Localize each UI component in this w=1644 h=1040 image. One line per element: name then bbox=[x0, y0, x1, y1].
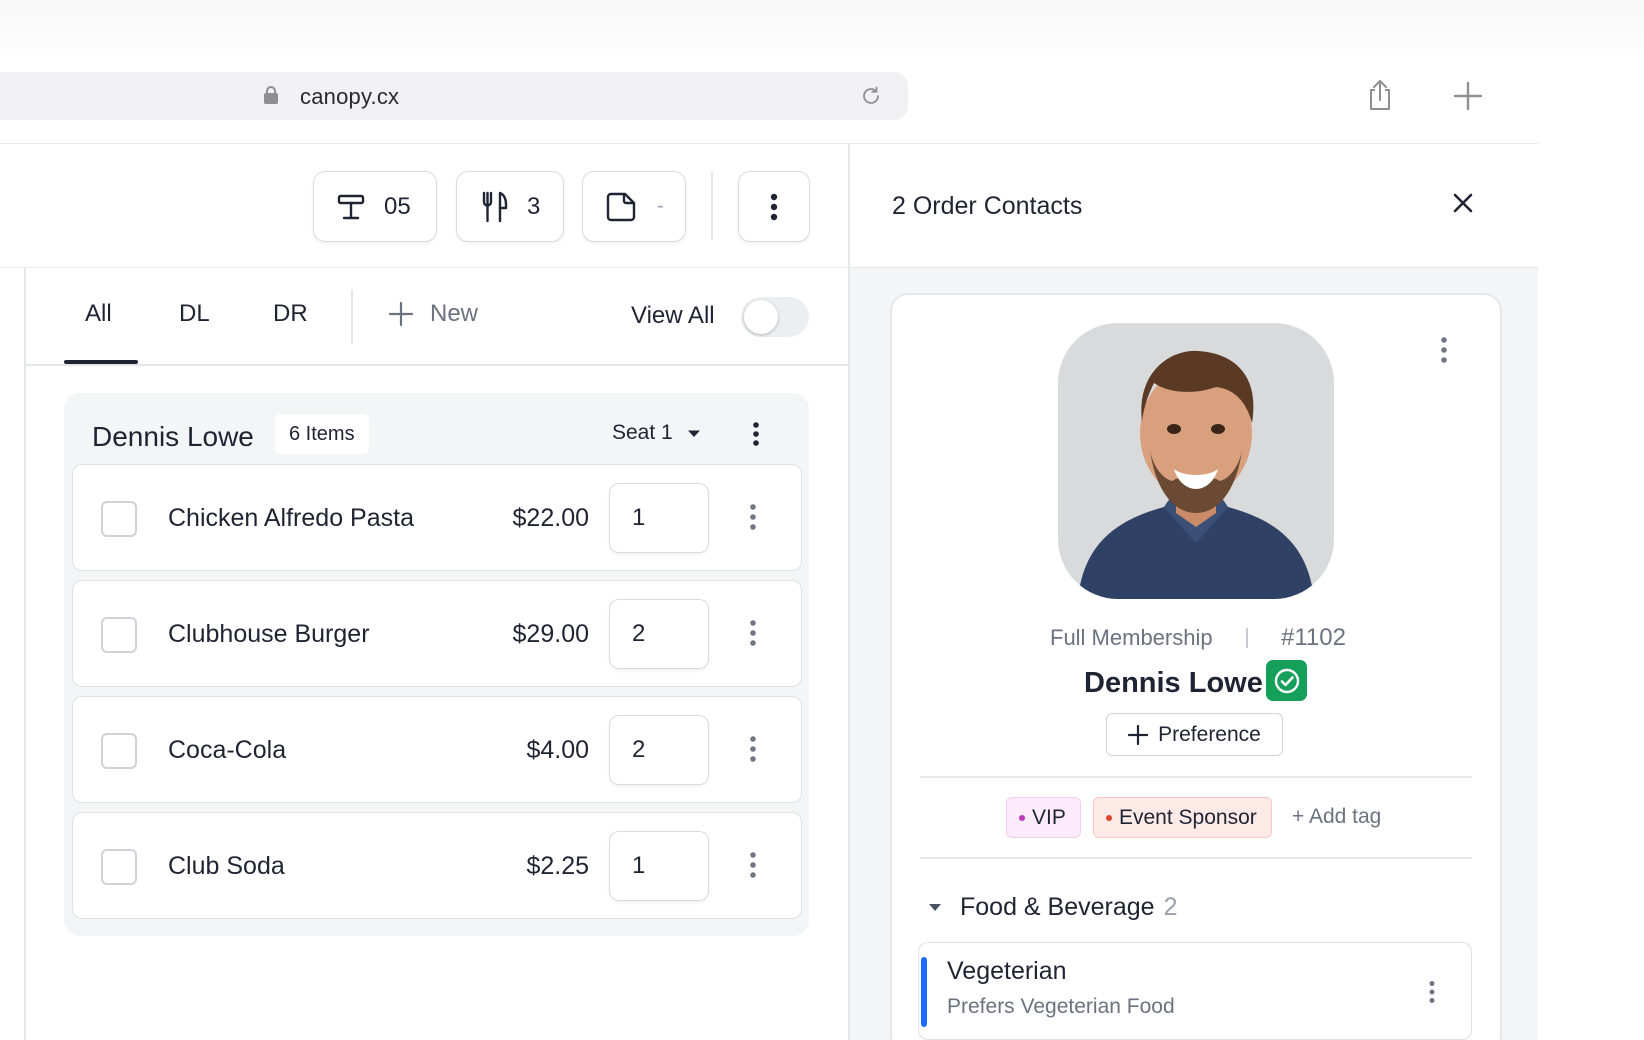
group-guest-name: Dennis Lowe bbox=[92, 421, 254, 452]
item-checkbox[interactable] bbox=[101, 501, 137, 537]
table-number: 05 bbox=[384, 192, 411, 220]
tag-dot bbox=[1106, 814, 1112, 821]
item-quantity-input[interactable]: 1 bbox=[609, 483, 709, 553]
address-bar[interactable]: canopy.cx bbox=[0, 72, 908, 120]
group-more-icon[interactable] bbox=[752, 421, 760, 447]
share-icon[interactable] bbox=[1364, 78, 1396, 112]
url-text: canopy.cx bbox=[300, 84, 400, 109]
toolbar-divider bbox=[711, 172, 713, 240]
item-price: $22.00 bbox=[512, 504, 589, 532]
item-checkbox[interactable] bbox=[101, 617, 137, 653]
close-icon[interactable] bbox=[1452, 192, 1474, 214]
tab-all[interactable]: All bbox=[85, 300, 112, 328]
lock-icon bbox=[264, 86, 278, 104]
item-checkbox[interactable] bbox=[101, 733, 137, 769]
item-more-icon[interactable] bbox=[749, 619, 757, 647]
toggle-knob bbox=[744, 300, 778, 334]
tab-divider bbox=[351, 290, 353, 344]
membership-type: Full Membership bbox=[1050, 625, 1213, 650]
table-number-button[interactable]: 05 bbox=[313, 171, 437, 242]
tag-label: Event Sponsor bbox=[1119, 805, 1257, 829]
item-price: $4.00 bbox=[526, 736, 589, 764]
tab-dr[interactable]: DR bbox=[273, 300, 308, 328]
add-tag-link[interactable]: + Add tag bbox=[1292, 805, 1381, 829]
plus-icon bbox=[1128, 724, 1149, 745]
guest-count: 3 bbox=[527, 192, 541, 220]
note-icon bbox=[606, 192, 636, 221]
caret-down-icon bbox=[687, 430, 700, 437]
preference-more-icon[interactable] bbox=[1428, 980, 1436, 1004]
tabs-divider bbox=[25, 364, 848, 366]
item-quantity-input[interactable]: 2 bbox=[609, 715, 709, 785]
item-name: Chicken Alfredo Pasta bbox=[168, 504, 414, 532]
item-name: Club Soda bbox=[168, 852, 285, 880]
order-item: Club Soda $2.25 1 bbox=[72, 812, 802, 919]
guest-count-button[interactable]: 3 bbox=[456, 171, 564, 242]
food-beverage-section-toggle[interactable]: Food & Beverage 2 bbox=[928, 893, 1177, 922]
reload-icon[interactable] bbox=[860, 85, 882, 107]
table-icon bbox=[337, 194, 365, 219]
item-name: Coca-Cola bbox=[168, 736, 287, 764]
note-button[interactable]: - bbox=[582, 171, 686, 242]
contact-name: Dennis Lowe bbox=[1084, 667, 1263, 699]
item-quantity-input[interactable]: 1 bbox=[609, 831, 709, 901]
order-item: Clubhouse Burger $29.00 2 bbox=[72, 580, 802, 687]
toolbar-more-button[interactable] bbox=[738, 171, 810, 242]
tag-event-sponsor[interactable]: Event Sponsor bbox=[1093, 797, 1272, 838]
verified-badge bbox=[1266, 660, 1307, 701]
item-checkbox[interactable] bbox=[101, 849, 137, 885]
item-price: $29.00 bbox=[512, 620, 589, 648]
item-quantity-input[interactable]: 2 bbox=[609, 599, 709, 669]
seat-dropdown[interactable]: Seat 1 bbox=[612, 421, 701, 445]
tag-label: VIP bbox=[1032, 805, 1066, 829]
item-price: $2.25 bbox=[526, 852, 589, 880]
header-divider bbox=[0, 267, 848, 268]
panel-title: 2 Order Contacts bbox=[892, 192, 1083, 220]
view-all-toggle[interactable] bbox=[741, 297, 809, 337]
more-vertical-icon bbox=[770, 193, 778, 220]
new-tab-label: New bbox=[430, 300, 479, 327]
seat-value: Seat 1 bbox=[612, 421, 673, 444]
order-item: Coca-Cola $4.00 2 bbox=[72, 696, 802, 803]
preference-accent bbox=[921, 957, 927, 1027]
item-more-icon[interactable] bbox=[749, 503, 757, 531]
item-more-icon[interactable] bbox=[749, 735, 757, 763]
add-preference-button[interactable]: Preference bbox=[1106, 713, 1283, 756]
section-count: 2 bbox=[1163, 893, 1178, 921]
item-more-icon[interactable] bbox=[749, 851, 757, 879]
preference-title: Vegeterian bbox=[947, 957, 1067, 985]
order-item: Chicken Alfredo Pasta $22.00 1 bbox=[72, 464, 802, 571]
new-tab-icon[interactable] bbox=[1452, 80, 1484, 112]
contact-more-icon[interactable] bbox=[1440, 336, 1448, 364]
membership-separator bbox=[1246, 628, 1248, 648]
utensils-icon bbox=[482, 191, 508, 222]
tag-vip[interactable]: VIP bbox=[1006, 797, 1081, 838]
caret-down-icon bbox=[929, 904, 941, 911]
tag-dot bbox=[1019, 814, 1025, 821]
card-divider bbox=[920, 776, 1472, 778]
card-divider bbox=[920, 857, 1472, 859]
chrome-divider bbox=[0, 143, 1538, 144]
preference-description: Prefers Vegeterian Food bbox=[947, 995, 1175, 1018]
new-tab-button[interactable]: New bbox=[388, 300, 478, 328]
membership-row: Full Membership #1102 bbox=[1050, 624, 1346, 652]
tab-dl[interactable]: DL bbox=[179, 300, 210, 328]
note-value: - bbox=[657, 195, 664, 217]
check-circle-icon bbox=[1274, 668, 1299, 693]
sidebar-divider bbox=[24, 268, 26, 1040]
member-id: #1102 bbox=[1281, 624, 1346, 651]
browser-top-area bbox=[0, 0, 1644, 60]
contact-avatar bbox=[1058, 323, 1334, 599]
preference-item: Vegeterian Prefers Vegeterian Food bbox=[918, 942, 1472, 1040]
items-count-badge: 6 Items bbox=[275, 414, 369, 454]
section-title: Food & Beverage bbox=[960, 893, 1155, 921]
item-name: Clubhouse Burger bbox=[168, 620, 370, 648]
preference-button-label: Preference bbox=[1158, 722, 1261, 746]
plus-icon bbox=[388, 301, 414, 327]
view-all-label: View All bbox=[631, 302, 715, 329]
